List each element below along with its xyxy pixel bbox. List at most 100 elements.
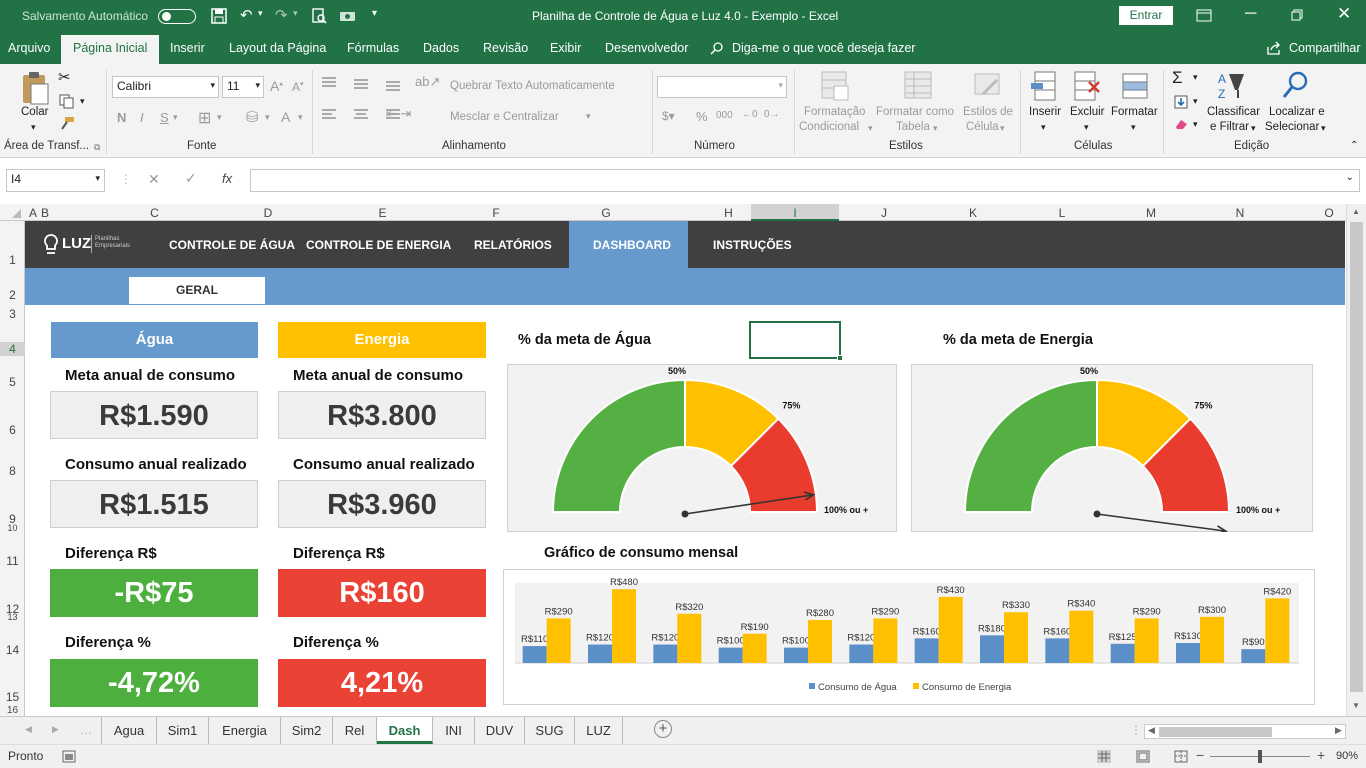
font-color-dropdown-icon[interactable]: ▾: [298, 112, 303, 123]
sheet-tab-active[interactable]: Dash: [377, 717, 433, 744]
macro-record-icon[interactable]: [62, 750, 76, 763]
subtab-geral[interactable]: GERAL: [129, 277, 265, 304]
borders-icon[interactable]: ⊞: [198, 108, 211, 128]
clear-icon[interactable]: [1174, 118, 1189, 130]
column-header[interactable]: M: [1107, 206, 1195, 220]
column-header[interactable]: B: [39, 206, 51, 220]
format-table-icon[interactable]: [903, 70, 933, 102]
row-header[interactable]: 13: [0, 612, 25, 622]
row-header[interactable]: 8: [0, 464, 25, 478]
redo-icon[interactable]: ↷: [275, 6, 288, 24]
split-handle-icon[interactable]: ⋮: [1130, 723, 1142, 737]
column-header[interactable]: D: [258, 206, 278, 220]
selected-cell-i4[interactable]: [749, 321, 843, 361]
worksheet[interactable]: LUZ Planilhas Empresariais CONTROLE DE ÁG…: [25, 221, 1345, 716]
fill-handle[interactable]: [837, 355, 843, 361]
row-header[interactable]: 2: [0, 288, 25, 302]
column-header[interactable]: N: [1196, 206, 1284, 220]
tab-arquivo[interactable]: Arquivo: [8, 41, 50, 55]
zoom-in-button[interactable]: +: [1317, 747, 1325, 763]
scroll-down-icon[interactable]: ▼: [1352, 701, 1360, 710]
row-header-selected[interactable]: 4: [0, 342, 25, 356]
sheet-tab[interactable]: SUG: [525, 717, 575, 744]
cell-styles-button[interactable]: Estilos de: [963, 106, 1013, 118]
fill-color-icon[interactable]: ⛁: [246, 108, 259, 126]
cancel-icon[interactable]: ✕: [148, 171, 160, 188]
format-painter-icon[interactable]: [59, 116, 75, 130]
format-table-button[interactable]: Formatar como: [876, 106, 954, 118]
column-header[interactable]: C: [52, 206, 257, 220]
conditional-format-button[interactable]: Formatação: [804, 106, 865, 118]
sheet-tab[interactable]: Energia: [209, 717, 281, 744]
sheet-tab[interactable]: Sim1: [157, 717, 209, 744]
grow-font-icon[interactable]: A▴: [270, 78, 283, 94]
minimize-icon[interactable]: ─: [1245, 5, 1256, 23]
nav-relatorios[interactable]: RELATÓRIOS: [474, 238, 552, 252]
find-select-icon[interactable]: [1281, 70, 1311, 102]
column-header[interactable]: F: [487, 206, 505, 220]
sheet-tab[interactable]: INI: [433, 717, 475, 744]
add-sheet-button[interactable]: +: [654, 720, 672, 738]
horizontal-scrollbar[interactable]: ◀ ▶: [1144, 724, 1346, 739]
tell-me-search[interactable]: Diga-me o que você deseja fazer: [732, 41, 915, 55]
row-header[interactable]: 6: [0, 423, 25, 437]
insert-cells-button[interactable]: Inserir: [1029, 106, 1061, 118]
monthly-consumption-chart[interactable]: R$110 R$290 R$120 R$480 R$120 R$320 R$100 R$190…: [503, 569, 1315, 705]
decrease-decimal-icon[interactable]: 0→: [764, 109, 780, 120]
name-box[interactable]: I4 ▾: [6, 169, 105, 192]
delete-cells-button[interactable]: Excluir: [1070, 106, 1105, 118]
font-name-select[interactable]: Calibri ▾: [112, 76, 219, 98]
nav-instrucoes[interactable]: INSTRUÇÕES: [713, 238, 792, 252]
water-gauge-chart[interactable]: 50% 75% 100% ou +: [507, 364, 897, 532]
sort-filter-button[interactable]: Classificar: [1207, 106, 1260, 118]
column-header-selected[interactable]: I: [751, 204, 839, 221]
insert-cells-icon[interactable]: [1031, 70, 1059, 102]
enter-icon[interactable]: ✓: [185, 170, 197, 187]
number-format-select[interactable]: ▾: [657, 76, 787, 98]
thousands-format-icon[interactable]: 000: [716, 110, 733, 121]
row-header[interactable]: 15: [0, 690, 25, 704]
column-header[interactable]: K: [929, 206, 1017, 220]
column-header[interactable]: J: [840, 206, 928, 220]
row-header[interactable]: 3: [0, 307, 25, 321]
share-button[interactable]: Compartilhar: [1289, 41, 1361, 55]
share-icon[interactable]: [1266, 41, 1281, 55]
row-header[interactable]: 14: [0, 643, 25, 657]
zoom-level[interactable]: 90%: [1336, 750, 1358, 762]
undo-dropdown-icon[interactable]: ▾: [258, 8, 263, 19]
scrollbar-thumb[interactable]: [1350, 222, 1363, 692]
row-header[interactable]: 11: [0, 554, 25, 568]
copy-dropdown-icon[interactable]: ▾: [80, 96, 85, 107]
currency-format-icon[interactable]: $▾: [662, 109, 675, 123]
save-icon[interactable]: [211, 8, 227, 24]
row-header[interactable]: 10: [0, 523, 25, 533]
underline-button[interactable]: S: [160, 110, 169, 125]
energy-gauge-chart[interactable]: 50% 75% 100% ou +: [911, 364, 1313, 532]
tab-desenvolvedor[interactable]: Desenvolvedor: [605, 41, 688, 55]
tab-inserir[interactable]: Inserir: [170, 41, 205, 55]
restore-icon[interactable]: [1291, 9, 1303, 21]
nav-dashboard-active[interactable]: DASHBOARD: [569, 221, 688, 268]
column-header[interactable]: G: [506, 206, 706, 220]
column-header[interactable]: H: [707, 206, 750, 220]
wrap-text-button[interactable]: Quebrar Texto Automaticamente: [450, 80, 615, 92]
tab-exibir[interactable]: Exibir: [550, 41, 581, 55]
zoom-out-button[interactable]: −: [1196, 747, 1204, 763]
scrollbar-thumb[interactable]: [1159, 727, 1272, 737]
vertical-scrollbar[interactable]: ▲ ▼: [1346, 204, 1366, 716]
underline-dropdown-icon[interactable]: ▾: [173, 112, 178, 123]
zoom-slider-thumb[interactable]: [1258, 750, 1262, 763]
fill-dropdown-icon[interactable]: ▾: [1193, 96, 1198, 107]
sort-filter-icon[interactable]: AZ: [1216, 70, 1250, 102]
close-icon[interactable]: ✕: [1337, 4, 1351, 24]
sheet-tab[interactable]: DUV: [475, 717, 525, 744]
autosave-toggle[interactable]: [158, 9, 196, 24]
scroll-up-icon[interactable]: ▲: [1352, 207, 1360, 216]
clipboard-launcher-icon[interactable]: ⧉: [94, 142, 100, 153]
font-color-icon[interactable]: A: [281, 109, 290, 125]
tab-formulas[interactable]: Fórmulas: [347, 41, 399, 55]
expand-formula-icon[interactable]: ⌄: [1346, 172, 1354, 183]
page-break-view-icon[interactable]: [1174, 750, 1188, 763]
sheet-tab[interactable]: Sim2: [281, 717, 333, 744]
delete-cells-icon[interactable]: [1073, 70, 1103, 102]
